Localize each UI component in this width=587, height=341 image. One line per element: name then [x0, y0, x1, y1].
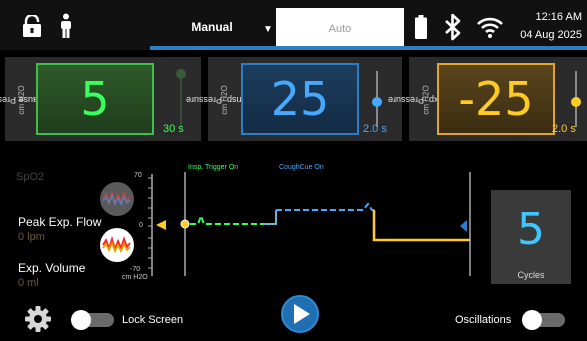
tab-auto-label: Auto [328, 23, 352, 35]
insp-pressure-title: Insp. Pressure cm H2O [185, 85, 245, 115]
bluetooth-icon [445, 13, 461, 41]
pause-pressure-title: Pause Pressurecm H2O [0, 85, 45, 115]
lock-screen-toggle[interactable] [71, 310, 114, 330]
exp-volume-label: Exp. Volume [18, 261, 86, 275]
exp-time-slider-knob[interactable] [571, 97, 581, 107]
graph-cursor [180, 219, 190, 229]
y-zero-label: 0 [139, 222, 143, 229]
clock-date: 04 Aug 2025 [520, 29, 582, 41]
pause-pressure-value[interactable]: 5 [36, 63, 154, 135]
tab-underline [150, 46, 587, 50]
insp-trigger-label: Insp. Trigger On [188, 164, 239, 171]
y-unit-label: cm H2O [122, 274, 148, 281]
oscillations-toggle-thumb [522, 310, 542, 330]
insp-pressure-panel[interactable]: Insp. Pressure cm H2O 25 2.0 s [185, 57, 402, 141]
exp-pressure-panel[interactable]: Exp. Pressure cm H2O -25 2.0 s [387, 57, 587, 141]
cycles-label: Cycles [517, 270, 545, 280]
exp-pressure-value[interactable]: -25 [437, 63, 555, 135]
chevron-down-icon[interactable]: ▼ [263, 24, 273, 35]
graph-ticks [148, 177, 152, 269]
insp-pressure-value[interactable]: 25 [241, 63, 359, 135]
y-max-label: 70 [134, 172, 142, 179]
insp-time-slider-knob[interactable] [372, 97, 382, 107]
insp-trigger-trace [190, 213, 264, 225]
y-min-label: -70 [130, 266, 141, 273]
cycles-value: 5 [517, 204, 545, 255]
graph-zero-pointer [156, 220, 166, 230]
exp-time: 2.0 s [552, 123, 576, 135]
cycles-box[interactable]: 5 Cycles [491, 190, 571, 284]
exp-trace [372, 210, 470, 242]
pause-pressure-slider-knob[interactable] [176, 69, 186, 79]
pause-pressure-panel[interactable]: Pause Pressurecm H2O 5 30 s [0, 57, 201, 141]
tab-manual-label: Manual [191, 20, 233, 34]
tab-manual[interactable]: Manual [150, 8, 274, 46]
peak-exp-flow-value: 0 lpm [18, 231, 45, 243]
person-icon[interactable] [58, 13, 74, 39]
play-button[interactable] [275, 293, 325, 335]
gear-icon[interactable] [24, 305, 52, 333]
lock-icon[interactable] [22, 15, 42, 37]
peak-exp-flow-label: Peak Exp. Flow [18, 215, 102, 229]
lock-screen-toggle-thumb [71, 310, 91, 330]
pause-time: 30 s [163, 123, 184, 135]
pause-pressure-slider[interactable] [180, 71, 182, 127]
lock-screen-label: Lock Screen [122, 314, 184, 326]
insp-time: 2.0 s [363, 123, 387, 135]
coughcue-trace [276, 202, 374, 211]
battery-icon [415, 15, 427, 39]
top-bar: Manual ▼ Auto 12:16 AM 04 Aug 2025 [0, 0, 587, 50]
trace-transition [264, 210, 277, 225]
pressure-graph [148, 172, 471, 276]
oscillations-label: Oscillations [455, 314, 512, 326]
wifi-icon [477, 17, 503, 38]
spo2-label: SpO2 [16, 171, 45, 183]
exp-volume-value: 0 ml [18, 277, 39, 289]
clock-time: 12:16 AM [535, 11, 582, 23]
exp-pressure-title: Exp. Pressure cm H2O [387, 85, 445, 115]
oscillations-toggle[interactable] [522, 310, 565, 330]
cycles-pointer [460, 220, 467, 232]
tab-auto[interactable]: Auto [276, 8, 404, 50]
coughcue-label: CoughCue On [279, 164, 324, 171]
